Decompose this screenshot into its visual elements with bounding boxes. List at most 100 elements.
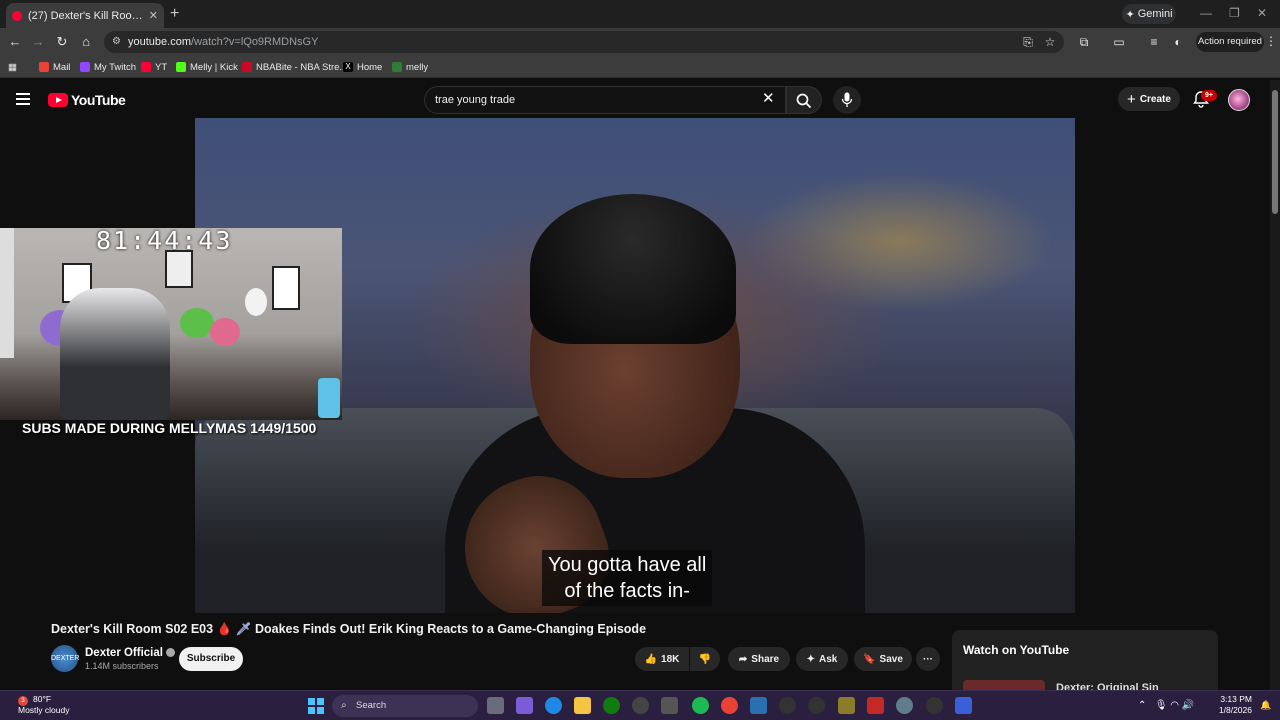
sparkle-icon: ✦ — [806, 653, 816, 665]
system-tray[interactable]: ⌃ 🎙 ◠ 🔊 — [1138, 700, 1194, 711]
cam-picture-frame — [165, 250, 193, 288]
taskbar-clock[interactable]: 3:13 PM 1/8/2026 — [1214, 694, 1252, 716]
wifi-icon[interactable]: ◠ — [1170, 700, 1179, 711]
cam-gaming-chair — [60, 288, 170, 420]
action-required-button[interactable]: Action required — [1196, 32, 1264, 52]
caption-line: of the facts in- — [564, 580, 690, 602]
scrollbar-thumb[interactable] — [1272, 90, 1278, 214]
minimize-icon[interactable]: — — [1200, 6, 1212, 20]
app-icon[interactable] — [632, 697, 649, 714]
install-app-icon[interactable]: ⎘ — [1021, 35, 1035, 49]
search-icon — [796, 93, 812, 109]
youtube-favicon-icon — [12, 10, 22, 21]
weather-widget[interactable]: 3 80°F Mostly cloudy — [18, 694, 70, 716]
edge-icon[interactable] — [545, 697, 562, 714]
file-explorer-icon[interactable] — [574, 697, 591, 714]
dislike-button[interactable]: 👎 — [690, 647, 720, 671]
extensions-icon[interactable]: ⧉ — [1077, 35, 1091, 49]
search-input[interactable]: trae young trade — [424, 86, 786, 114]
like-count: 18K — [661, 653, 680, 665]
webcam-overlay — [0, 228, 342, 420]
app-icon[interactable] — [838, 697, 855, 714]
forward-arrow-icon[interactable]: → — [29, 33, 47, 51]
browser-tab[interactable]: (27) Dexter's Kill Room S02 E03 ✕ — [6, 3, 164, 28]
ask-button[interactable]: ✦ Ask — [796, 647, 848, 671]
store-icon[interactable] — [661, 697, 678, 714]
home-icon[interactable]: ⌂ — [77, 33, 95, 51]
watch-on-youtube-panel[interactable]: Watch on YouTube Dexter: Original Sin — [952, 630, 1218, 694]
media-player-icon[interactable] — [779, 697, 796, 714]
reload-icon[interactable]: ↻ — [53, 33, 71, 51]
reading-mode-icon[interactable]: ▭ — [1112, 35, 1126, 49]
photos-icon[interactable] — [750, 697, 767, 714]
bookmark-melly[interactable]: melly — [392, 60, 428, 74]
bookmark-mail[interactable]: Mail — [39, 60, 70, 74]
windows-start-icon[interactable] — [308, 698, 324, 714]
notification-badge: 9+ — [1201, 90, 1217, 101]
chrome-icon[interactable] — [721, 697, 738, 714]
site-info-icon[interactable]: ⚙ — [112, 31, 121, 53]
obs-icon[interactable] — [926, 697, 943, 714]
cam-plush — [180, 308, 214, 338]
app-icon[interactable] — [808, 697, 825, 714]
x-icon: X — [343, 62, 353, 72]
gemini-button[interactable]: ✦ Gemini — [1122, 4, 1176, 24]
clear-search-icon[interactable]: ✕ — [762, 90, 775, 108]
share-button[interactable]: ➦ Share — [728, 647, 790, 671]
profile-icon[interactable]: ◐ — [1171, 35, 1185, 49]
page-scrollbar[interactable] — [1270, 80, 1280, 690]
bookmark-label: Home — [357, 61, 383, 73]
app-icon[interactable] — [867, 697, 884, 714]
apps-grid-icon[interactable]: ▦ — [8, 60, 17, 74]
browser-menu-icon[interactable]: ⋮ — [1265, 34, 1277, 48]
related-video-thumbnail[interactable] — [963, 680, 1045, 690]
save-button[interactable]: 🔖 Save — [854, 647, 912, 671]
new-tab-button[interactable]: + — [170, 5, 179, 23]
taskbar-search[interactable]: ⌕ Search — [332, 695, 478, 717]
account-avatar[interactable] — [1228, 89, 1250, 111]
microphone-icon[interactable]: 🎙 — [1155, 700, 1168, 711]
thumbs-up-icon: 👍 — [644, 653, 658, 665]
search-button[interactable] — [786, 86, 822, 114]
like-button[interactable]: 👍 18K — [635, 647, 689, 671]
cam-window — [0, 228, 14, 358]
settings-gear-icon[interactable] — [896, 697, 913, 714]
bookmark-melly-kick[interactable]: Melly | Kick — [176, 60, 238, 74]
chevron-up-icon[interactable]: ⌃ — [1138, 700, 1146, 711]
xbox-icon[interactable] — [603, 697, 620, 714]
bookmark-label: NBABite - NBA Stre... — [256, 61, 348, 73]
subscribe-button[interactable]: Subscribe — [179, 647, 243, 671]
spotify-icon[interactable] — [692, 697, 709, 714]
window-close-icon[interactable]: ✕ — [1257, 6, 1267, 20]
kick-icon — [176, 62, 186, 72]
media-controls-icon[interactable]: ≡ — [1147, 35, 1161, 49]
twitch-icon — [80, 62, 90, 72]
bookmark-my-twitch[interactable]: My Twitch — [80, 60, 136, 74]
bookmark-star-icon[interactable]: ☆ — [1043, 35, 1057, 49]
bookmark-home[interactable]: X Home — [343, 60, 382, 74]
address-bar[interactable]: ⚙ youtube.com/watch?v=lQo9RMDNsGY — [104, 31, 1064, 53]
tab-close-icon[interactable]: ✕ — [149, 9, 158, 22]
bookmark-yt[interactable]: YT — [141, 60, 167, 74]
back-arrow-icon[interactable]: ← — [6, 33, 24, 51]
notification-center-icon[interactable]: 🔔 — [1260, 700, 1271, 711]
youtube-logo[interactable]: YouTube — [48, 92, 126, 108]
channel-avatar[interactable]: DEXTER — [51, 645, 79, 672]
copilot-icon[interactable] — [516, 697, 533, 714]
task-view-icon[interactable] — [487, 697, 504, 714]
volume-icon[interactable]: 🔊 — [1182, 700, 1194, 711]
channel-name[interactable]: Dexter Official — [85, 647, 175, 659]
cam-picture-frame — [272, 266, 300, 310]
clock-time: 3:13 PM — [1220, 694, 1252, 704]
more-actions-button[interactable]: ··· — [916, 647, 940, 671]
app-icon[interactable] — [955, 697, 972, 714]
cam-plush — [318, 378, 340, 418]
nba-icon — [242, 62, 252, 72]
voice-search-button[interactable] — [833, 86, 861, 114]
bookmark-nbabite[interactable]: NBABite - NBA Stre... — [242, 60, 347, 74]
windows-taskbar: 3 80°F Mostly cloudy ⌕ Search ⌃ 🎙 ◠ 🔊 3:… — [0, 690, 1280, 720]
restore-icon[interactable]: ❐ — [1229, 6, 1240, 20]
create-button[interactable]: + Create — [1118, 87, 1180, 111]
menu-icon[interactable] — [16, 93, 30, 105]
bookmark-label: Melly | Kick — [190, 61, 238, 73]
